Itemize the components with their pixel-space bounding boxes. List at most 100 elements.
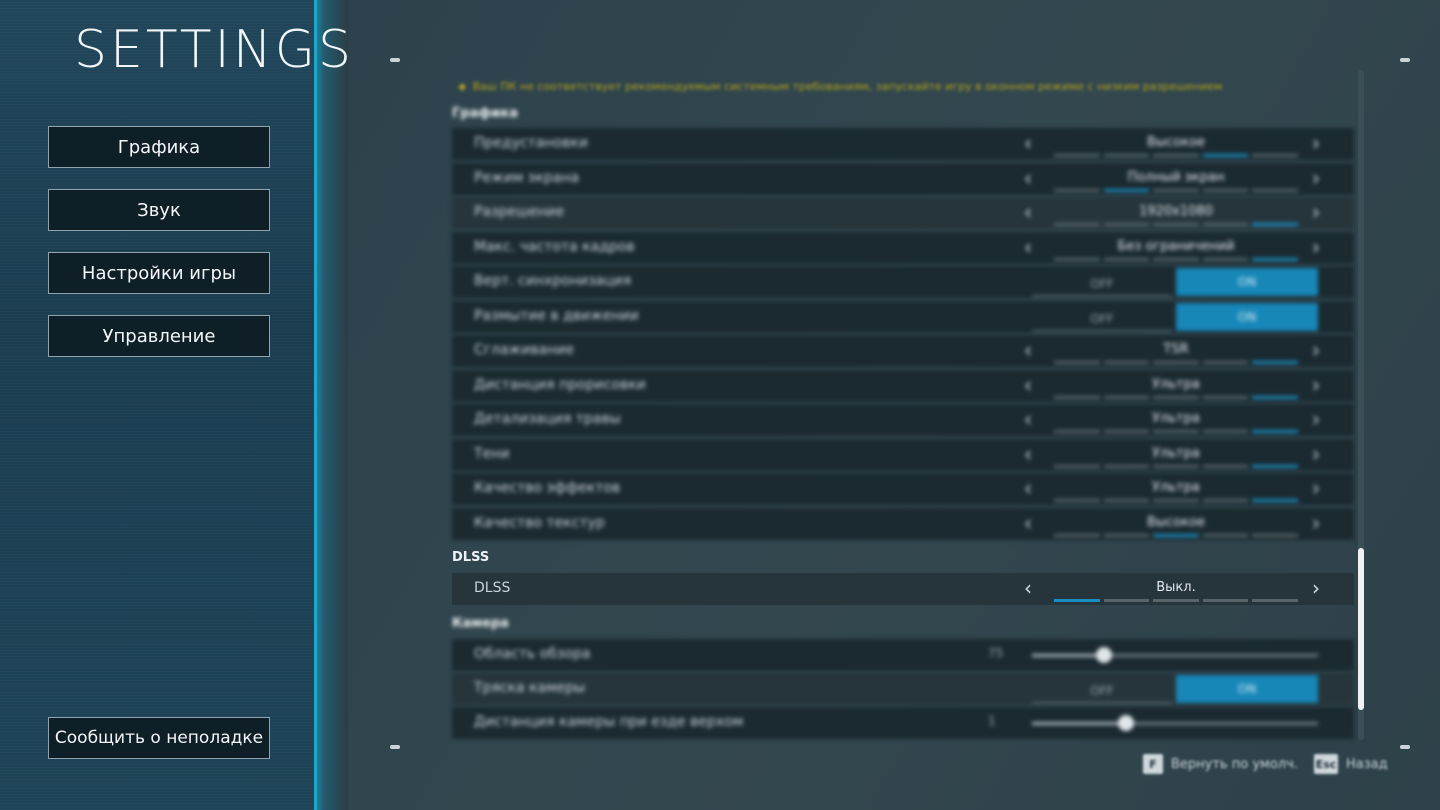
dlss-row-label: DLSS: [474, 580, 511, 596]
chevron-left-icon[interactable]: ‹: [1024, 166, 1032, 190]
graphics-setting-row[interactable]: Разрешение ‹ 1920x1080 ›: [452, 197, 1354, 229]
chevron-right-icon[interactable]: ›: [1312, 131, 1320, 155]
setting-label: Верт. синхронизация: [474, 273, 632, 289]
toggle-on-option[interactable]: ON: [1176, 675, 1318, 703]
toggle-off-option[interactable]: OFF: [1032, 271, 1172, 297]
setting-label: Качество текстур: [474, 514, 605, 531]
reset-defaults-hint[interactable]: F Вернуть по умолч.: [1143, 754, 1298, 774]
key-esc-icon: Esc: [1314, 754, 1338, 774]
chevron-right-icon[interactable]: ›: [1312, 166, 1320, 190]
camera-setting-row[interactable]: Тряска камеры OFF ON: [452, 673, 1354, 705]
dlss-value: Выкл.: [1156, 580, 1196, 595]
graphics-setting-row[interactable]: Дистанция прорисовки ‹ Ультра ›: [452, 369, 1354, 402]
chevron-right-icon[interactable]: ›: [1312, 200, 1320, 224]
graphics-setting-row[interactable]: Размытие в движении OFF ON: [452, 300, 1354, 333]
setting-value: Полный экран: [1127, 169, 1225, 185]
setting-label: Тени: [474, 445, 510, 462]
chevron-right-icon[interactable]: ›: [1312, 373, 1320, 397]
scrollbar-thumb[interactable]: [1358, 548, 1364, 710]
setting-label: Размытие в движении: [474, 307, 639, 324]
setting-label: Предустановки: [474, 135, 588, 151]
slider-fill: [1032, 654, 1104, 657]
graphics-setting-row[interactable]: Режим экрана ‹ Полный экран ›: [452, 162, 1354, 195]
chevron-right-icon[interactable]: ›: [1312, 235, 1320, 259]
section-dlss-title: DLSS: [452, 550, 490, 565]
camera-setting-row[interactable]: Дистанция камеры при езде верхом 1: [452, 707, 1354, 739]
graphics-setting-row[interactable]: Сглаживание ‹ TSR ›: [452, 335, 1354, 367]
chevron-left-icon[interactable]: ‹: [1024, 131, 1032, 155]
setting-label: Дистанция прорисовки: [474, 376, 646, 393]
chevron-left-icon[interactable]: ‹: [1024, 576, 1032, 600]
slider-value: 1: [988, 714, 996, 728]
setting-label: Макс. частота кадров: [474, 238, 635, 255]
slider-knob[interactable]: [1118, 715, 1135, 731]
nav-game-settings-button[interactable]: Настройки игры: [48, 252, 270, 294]
setting-value: Высокое: [1146, 135, 1206, 150]
setting-label: Область обзора: [474, 646, 591, 662]
chevron-right-icon[interactable]: ›: [1312, 407, 1320, 431]
corner-marker: [1400, 745, 1410, 749]
setting-value: 1920x1080: [1139, 204, 1213, 219]
chevron-left-icon[interactable]: ‹: [1024, 235, 1032, 259]
camera-setting-row[interactable]: Область обзора 75: [452, 639, 1354, 671]
graphics-setting-row[interactable]: Верт. синхронизация OFF ON: [452, 266, 1354, 298]
toggle-on-option[interactable]: ON: [1176, 268, 1318, 296]
toggle-off-option[interactable]: OFF: [1032, 678, 1172, 704]
slider-knob[interactable]: [1095, 647, 1112, 663]
nav-controls-button[interactable]: Управление: [48, 315, 270, 357]
graphics-setting-row[interactable]: Качество текстур ‹ Высокое ›: [452, 507, 1354, 540]
option-indicator: [1054, 499, 1298, 502]
scrollbar[interactable]: [1358, 70, 1364, 740]
chevron-right-icon[interactable]: ›: [1312, 576, 1320, 600]
reset-defaults-label: Вернуть по умолч.: [1171, 756, 1298, 772]
chevron-right-icon[interactable]: ›: [1312, 476, 1320, 500]
back-label: Назад: [1346, 756, 1388, 772]
graphics-setting-row[interactable]: Качество эффектов ‹ Ультра ›: [452, 473, 1354, 505]
setting-value: Ультра: [1152, 480, 1200, 495]
chevron-left-icon[interactable]: ‹: [1024, 200, 1032, 224]
corner-marker: [1400, 58, 1410, 62]
slider-fill: [1032, 722, 1127, 725]
setting-label: Детализация травы: [474, 411, 621, 427]
key-f-icon: F: [1143, 754, 1163, 774]
setting-value: Ультра: [1152, 376, 1200, 392]
chevron-right-icon[interactable]: ›: [1312, 338, 1320, 362]
chevron-left-icon[interactable]: ‹: [1024, 511, 1032, 535]
system-warning: ◈ Ваш ПК не соответствует рекомендуемым с…: [458, 80, 1338, 98]
chevron-right-icon[interactable]: ›: [1312, 511, 1320, 535]
section-graphics-title: Графика: [452, 106, 518, 121]
chevron-left-icon[interactable]: ‹: [1024, 476, 1032, 500]
nav-sound-button[interactable]: Звук: [48, 189, 270, 231]
report-issue-button[interactable]: Сообщить о неполадке: [48, 717, 270, 759]
toggle-on-option[interactable]: ON: [1176, 302, 1318, 331]
dlss-row[interactable]: DLSS ‹ Выкл. ›: [452, 573, 1354, 605]
chevron-left-icon[interactable]: ‹: [1024, 407, 1032, 431]
option-indicator: [1054, 395, 1298, 399]
corner-marker: [390, 745, 400, 749]
setting-slider[interactable]: [1032, 715, 1318, 731]
page-title: SETTINGS: [74, 20, 355, 80]
setting-slider[interactable]: [1032, 647, 1318, 663]
graphics-setting-row[interactable]: Предустановки ‹ Высокое ›: [452, 128, 1354, 160]
setting-label: Качество эффектов: [474, 480, 621, 496]
setting-value: Без ограничений: [1117, 238, 1235, 254]
setting-value: Высокое: [1146, 514, 1206, 530]
nav-graphics-button[interactable]: Графика: [48, 126, 270, 168]
back-hint[interactable]: Esc Назад: [1314, 754, 1388, 774]
corner-marker: [390, 58, 400, 62]
setting-label: Режим экрана: [474, 169, 580, 186]
toggle-off-option[interactable]: OFF: [1032, 306, 1172, 332]
option-indicator: [1054, 154, 1298, 157]
setting-value: Ультра: [1152, 445, 1200, 461]
chevron-left-icon[interactable]: ‹: [1024, 442, 1032, 466]
graphics-setting-row[interactable]: Тени ‹ Ультра ›: [452, 438, 1354, 471]
chevron-right-icon[interactable]: ›: [1312, 442, 1320, 466]
sidebar-divider: [314, 0, 348, 810]
chevron-left-icon[interactable]: ‹: [1024, 338, 1032, 362]
chevron-left-icon[interactable]: ‹: [1024, 373, 1032, 397]
graphics-setting-row[interactable]: Детализация травы ‹ Ультра ›: [452, 404, 1354, 436]
setting-value: Ультра: [1152, 411, 1200, 426]
warning-icon: ◈: [458, 80, 467, 93]
graphics-setting-row[interactable]: Макс. частота кадров ‹ Без ограничений ›: [452, 231, 1354, 264]
setting-label: Тряска камеры: [474, 680, 586, 696]
